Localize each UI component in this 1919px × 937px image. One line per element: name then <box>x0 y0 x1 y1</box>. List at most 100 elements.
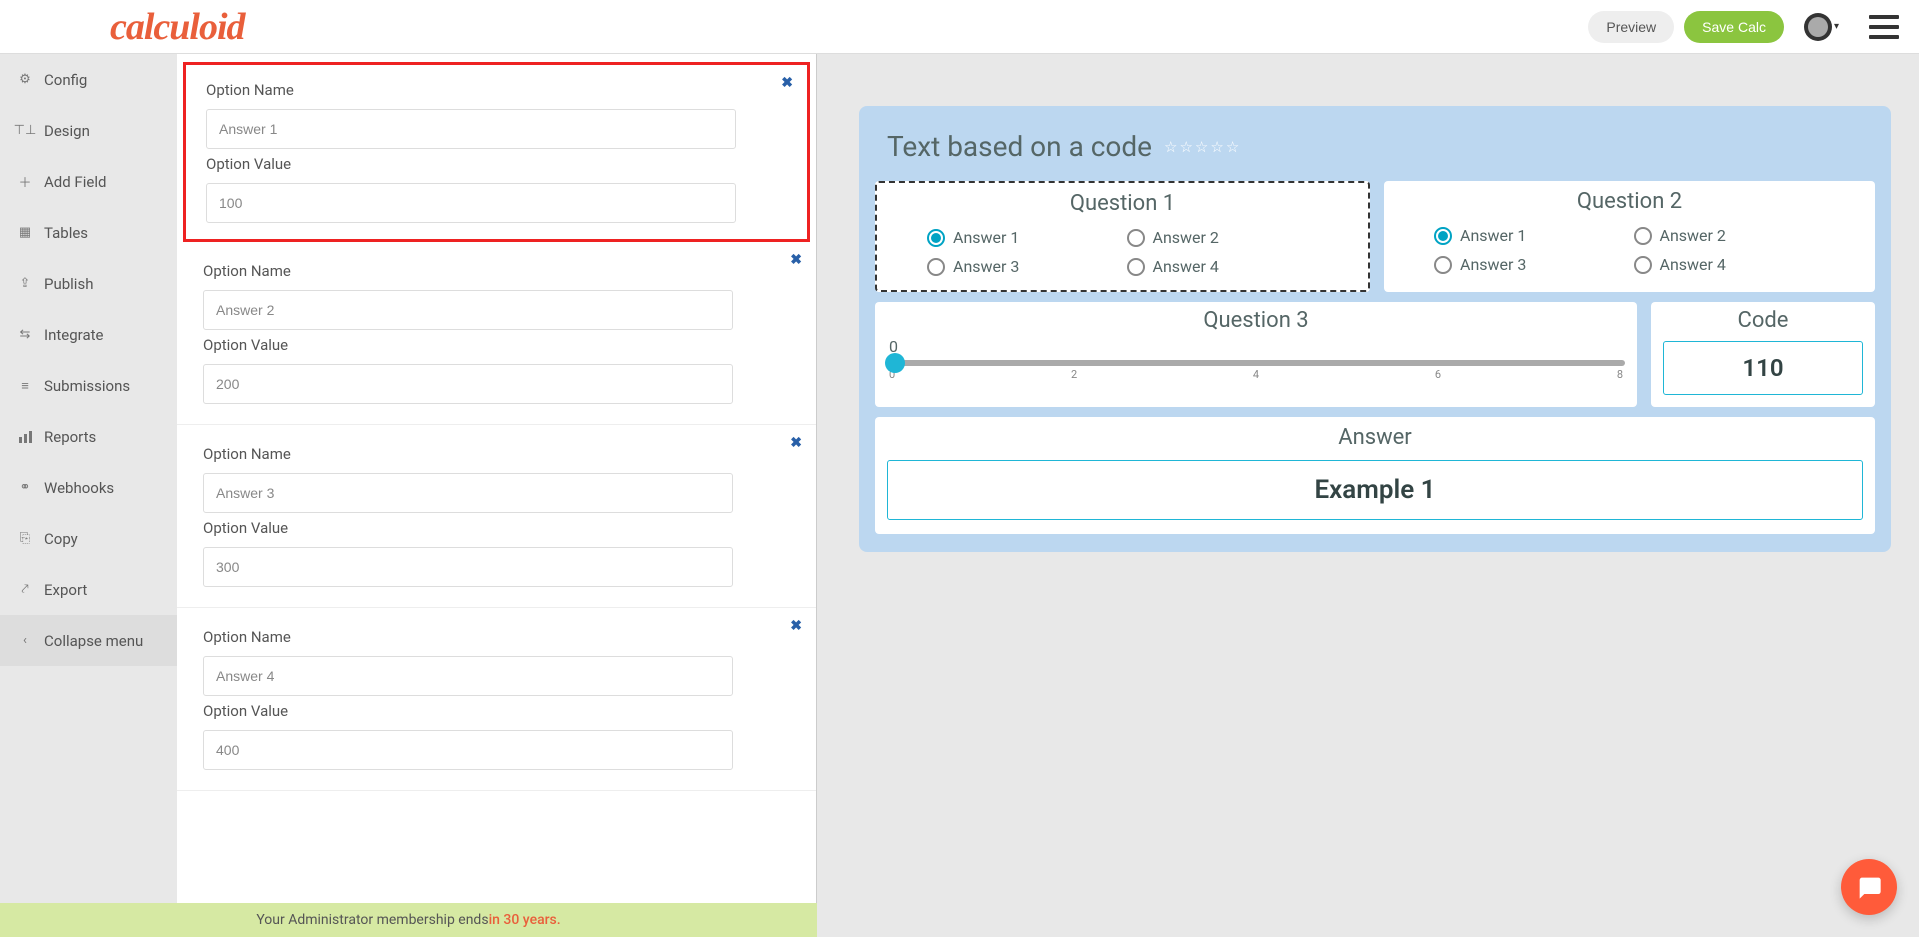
radio-icon <box>1127 258 1145 276</box>
option-name-label: Option Name <box>203 628 790 646</box>
preview-button[interactable]: Preview <box>1588 11 1674 43</box>
sidebar-item-publish[interactable]: ⇪ Publish <box>0 258 177 309</box>
delete-option-button[interactable]: ✖ <box>790 435 802 451</box>
answer-option[interactable]: Answer 2 <box>1127 228 1319 247</box>
code-title: Code <box>1663 308 1863 333</box>
avatar-icon <box>1804 13 1832 41</box>
row-2: Question 3 0 0 2 4 6 8 Code 110 <box>875 302 1875 407</box>
sidebar-item-design[interactable]: ⊤⊥ Design <box>0 105 177 156</box>
sidebar-item-config[interactable]: ⚙ Config <box>0 54 177 105</box>
option-value-input[interactable] <box>203 730 733 770</box>
delete-option-button[interactable]: ✖ <box>781 75 793 91</box>
option-value-input[interactable] <box>203 364 733 404</box>
option-name-input[interactable] <box>203 656 733 696</box>
table-icon: ▦ <box>18 226 32 240</box>
option-name-input[interactable] <box>206 109 736 149</box>
option-name-input[interactable] <box>203 473 733 513</box>
publish-icon: ⇪ <box>18 277 32 291</box>
question-title: Question 2 <box>1394 189 1865 214</box>
option-name-label: Option Name <box>203 445 790 463</box>
rating-stars[interactable]: ☆ ☆ ☆ ☆ ☆ <box>1164 138 1239 156</box>
app-header: calculoid Preview Save Calc ▾ <box>0 0 1919 54</box>
options-editor: ✖ Option Name Option Value ✖ Option Name… <box>177 54 817 903</box>
sidebar: ⚙ Config ⊤⊥ Design ＋ Add Field ▦ Tables … <box>0 54 177 937</box>
membership-footer: Your Administrator membership ends in 30… <box>0 903 817 937</box>
code-box[interactable]: Code 110 <box>1651 302 1875 407</box>
sidebar-item-label: Submissions <box>44 377 130 395</box>
answers-grid: Answer 1 Answer 2 Answer 3 Answer 4 <box>1394 226 1865 274</box>
export-icon: ⤤ <box>18 583 32 597</box>
delete-option-button[interactable]: ✖ <box>790 252 802 268</box>
answer-option[interactable]: Answer 1 <box>927 228 1119 247</box>
sidebar-item-label: Webhooks <box>44 479 114 497</box>
option-name-label: Option Name <box>203 262 790 280</box>
sidebar-item-add-field[interactable]: ＋ Add Field <box>0 156 177 207</box>
caret-down-icon: ▾ <box>1834 21 1839 32</box>
star-icon: ☆ <box>1195 138 1208 156</box>
chevron-left-icon: ‹ <box>18 634 32 648</box>
sidebar-item-submissions[interactable]: ≡ Submissions <box>0 360 177 411</box>
sidebar-item-label: Add Field <box>44 173 106 191</box>
answer-box[interactable]: Answer Example 1 <box>875 417 1875 534</box>
calculator-container: Text based on a code ☆ ☆ ☆ ☆ ☆ Question … <box>859 106 1891 552</box>
radio-icon <box>927 258 945 276</box>
option-block: ✖ Option Name Option Value <box>183 62 810 242</box>
slider-ticks: 0 2 4 6 8 <box>887 368 1625 381</box>
calculator-preview: Text based on a code ☆ ☆ ☆ ☆ ☆ Question … <box>817 54 1919 937</box>
answer-option[interactable]: Answer 4 <box>1127 257 1319 276</box>
sidebar-item-webhooks[interactable]: ⚭ Webhooks <box>0 462 177 513</box>
sidebar-item-label: Publish <box>44 275 93 293</box>
answer-option[interactable]: Answer 3 <box>927 257 1119 276</box>
sidebar-item-label: Config <box>44 71 87 89</box>
sidebar-item-copy[interactable]: ⎘ Copy <box>0 513 177 564</box>
option-value-input[interactable] <box>206 183 736 223</box>
star-icon: ☆ <box>1179 138 1192 156</box>
option-value-label: Option Value <box>206 155 787 173</box>
question-2-box[interactable]: Question 2 Answer 1 Answer 2 Answer 3 An… <box>1384 181 1875 292</box>
slider-thumb[interactable] <box>885 353 905 373</box>
sidebar-item-label: Integrate <box>44 326 103 344</box>
option-block: ✖ Option Name Option Value <box>177 242 816 425</box>
option-value-label: Option Value <box>203 519 790 537</box>
save-calc-button[interactable]: Save Calc <box>1684 11 1784 43</box>
sidebar-item-integrate[interactable]: ⇆ Integrate <box>0 309 177 360</box>
option-block: ✖ Option Name Option Value <box>177 608 816 791</box>
option-block: ✖ Option Name Option Value <box>177 425 816 608</box>
radio-icon <box>1434 227 1452 245</box>
option-value-label: Option Value <box>203 702 790 720</box>
footer-text: Your Administrator membership ends <box>256 912 488 928</box>
answer-option[interactable]: Answer 3 <box>1434 255 1626 274</box>
list-icon: ≡ <box>18 379 32 393</box>
answers-grid: Answer 1 Answer 2 Answer 3 Answer 4 <box>887 228 1358 276</box>
answer-option[interactable]: Answer 1 <box>1434 226 1626 245</box>
question-3-box[interactable]: Question 3 0 0 2 4 6 8 <box>875 302 1637 407</box>
slider-track[interactable] <box>887 360 1625 366</box>
slider-value: 0 <box>889 337 1625 356</box>
calculator-title: Text based on a code <box>887 130 1152 163</box>
option-name-input[interactable] <box>203 290 733 330</box>
chat-button[interactable] <box>1841 859 1897 915</box>
plus-icon: ＋ <box>18 175 32 189</box>
calculator-header: Text based on a code ☆ ☆ ☆ ☆ ☆ <box>875 130 1875 181</box>
question-title: Question 3 <box>887 308 1625 333</box>
answer-option[interactable]: Answer 2 <box>1634 226 1826 245</box>
radio-icon <box>1634 256 1652 274</box>
answer-option[interactable]: Answer 4 <box>1634 255 1826 274</box>
gear-icon: ⚙ <box>18 73 32 87</box>
radio-icon <box>927 229 945 247</box>
delete-option-button[interactable]: ✖ <box>790 618 802 634</box>
question-title: Question 1 <box>887 191 1358 216</box>
sidebar-item-export[interactable]: ⤤ Export <box>0 564 177 615</box>
star-icon: ☆ <box>1210 138 1223 156</box>
user-menu[interactable]: ▾ <box>1794 13 1839 41</box>
logo[interactable]: calculoid <box>110 5 245 49</box>
sidebar-item-tables[interactable]: ▦ Tables <box>0 207 177 258</box>
question-1-box[interactable]: Question 1 Answer 1 Answer 2 Answer 3 An… <box>875 181 1370 292</box>
collapse-menu-button[interactable]: ‹ Collapse menu <box>0 615 177 666</box>
chat-icon <box>1855 873 1883 901</box>
sidebar-item-label: Reports <box>44 428 96 446</box>
menu-icon[interactable] <box>1869 15 1899 39</box>
sidebar-item-reports[interactable]: Reports <box>0 411 177 462</box>
integrate-icon: ⇆ <box>18 328 32 342</box>
option-value-input[interactable] <box>203 547 733 587</box>
